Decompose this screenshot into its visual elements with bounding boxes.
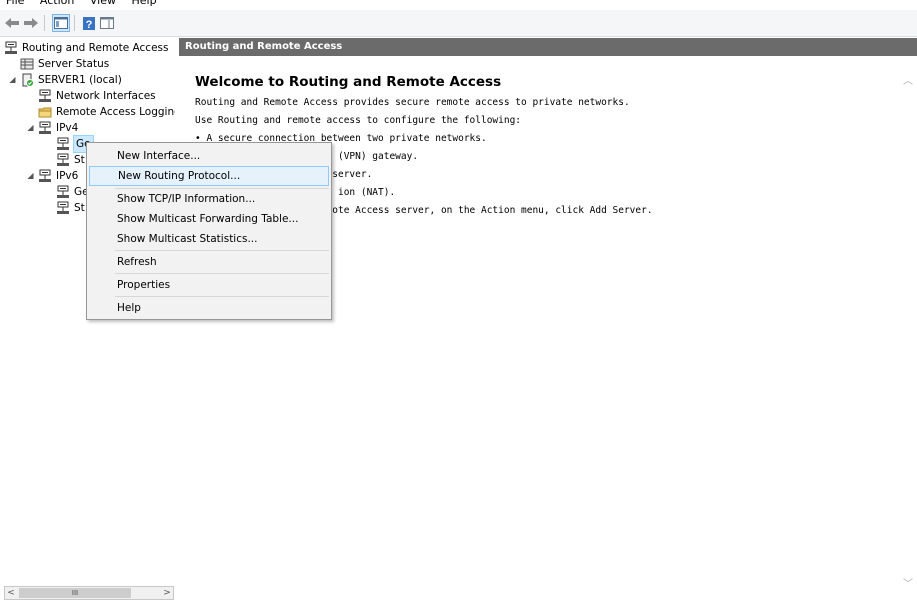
menu-view[interactable]: View	[84, 0, 122, 8]
action-pane-icon	[100, 17, 114, 29]
scroll-left-icon[interactable]: <	[5, 587, 17, 599]
welcome-line: Routing and Remote Access provides secur…	[195, 97, 630, 108]
scroll-down-icon[interactable]: ﹀	[903, 575, 913, 590]
help-icon: ?	[83, 16, 95, 30]
server-icon	[20, 73, 34, 87]
tree-node-label: Remote Access Logging	[56, 106, 181, 118]
menu-item-show-tcpip-information[interactable]: Show TCP/IP Information...	[89, 189, 329, 209]
tree-node-server-status[interactable]: Server Status	[20, 56, 109, 72]
scroll-right-icon[interactable]: >	[161, 587, 173, 599]
collapse-arrow-icon[interactable]: ◢	[26, 120, 35, 136]
tree-node-ipv6-static[interactable]: St	[56, 200, 85, 216]
tree-node-label: IPv6	[56, 170, 79, 182]
welcome-line: Use Routing and remote access to configu…	[195, 115, 522, 126]
details-pane-header: Routing and Remote Access	[179, 38, 917, 56]
router-icon	[56, 185, 70, 199]
tree-horizontal-scrollbar[interactable]: < III >	[4, 586, 174, 600]
context-menu: New Interface... New Routing Protocol...…	[86, 142, 332, 320]
collapse-arrow-icon[interactable]: ◢	[8, 72, 17, 88]
tree-node-ipv4-static[interactable]: St	[56, 152, 85, 168]
menu-separator	[115, 273, 329, 274]
show-hide-console-tree-button[interactable]	[52, 14, 70, 32]
welcome-title: Welcome to Routing and Remote Access	[195, 74, 502, 90]
tree-node-label: IPv4	[56, 122, 79, 134]
menu-item-help[interactable]: Help	[89, 298, 329, 318]
svg-text:?: ?	[86, 19, 93, 30]
console-tree-icon	[54, 17, 68, 29]
scroll-up-icon[interactable]: ︿	[903, 72, 913, 87]
toolbar-separator	[74, 15, 75, 31]
server-status-icon	[20, 57, 34, 71]
back-button[interactable]	[3, 14, 21, 32]
tree-node-remote-access-logging[interactable]: Remote Access Logging	[38, 104, 181, 120]
back-arrow-icon	[5, 18, 19, 28]
toolbar-separator	[44, 15, 45, 31]
router-icon	[38, 169, 52, 183]
router-icon	[56, 153, 70, 167]
tree-node-ipv6[interactable]: IPv6	[38, 168, 78, 184]
tree-node-label: Server Status	[38, 58, 110, 70]
menu-bar: File Action View Help	[0, 0, 917, 10]
menu-file[interactable]: File	[0, 0, 30, 8]
menu-item-show-multicast-statistics[interactable]: Show Multicast Statistics...	[89, 229, 329, 249]
toolbar: ?	[0, 10, 917, 37]
scroll-thumb[interactable]: III	[19, 588, 131, 598]
menu-help[interactable]: Help	[125, 0, 162, 8]
collapse-arrow-icon[interactable]: ◢	[26, 168, 35, 184]
help-button[interactable]: ?	[80, 14, 98, 32]
tree-node-label: Network Interfaces	[56, 90, 156, 102]
forward-arrow-icon	[24, 18, 38, 28]
tree-node-server[interactable]: SERVER1 (local)	[20, 72, 122, 88]
router-icon	[56, 137, 70, 151]
router-icon	[4, 41, 18, 55]
forward-button[interactable]	[22, 14, 40, 32]
router-icon	[38, 89, 52, 103]
tree-node-label: Routing and Remote Access	[22, 42, 169, 54]
menu-item-new-interface[interactable]: New Interface...	[89, 146, 329, 166]
menu-item-new-routing-protocol[interactable]: New Routing Protocol...	[89, 166, 329, 186]
menu-separator	[115, 296, 329, 297]
folder-icon	[38, 105, 52, 119]
tree-node-network-interfaces[interactable]: Network Interfaces	[38, 88, 156, 104]
menu-item-refresh[interactable]: Refresh	[89, 252, 329, 272]
tree-node-ipv6-general[interactable]: Ge	[56, 184, 89, 200]
menu-item-show-multicast-forwarding-table[interactable]: Show Multicast Forwarding Table...	[89, 209, 329, 229]
tree-node-label: SERVER1 (local)	[38, 74, 122, 86]
tree-node-ipv4[interactable]: IPv4	[38, 120, 78, 136]
tree-node-root[interactable]: Routing and Remote Access	[4, 40, 168, 56]
menu-separator	[115, 250, 329, 251]
menu-action[interactable]: Action	[34, 0, 80, 8]
tree-node-label: St	[74, 202, 85, 214]
router-icon	[38, 121, 52, 135]
show-action-pane-button[interactable]	[98, 14, 116, 32]
router-icon	[56, 201, 70, 215]
menu-item-properties[interactable]: Properties	[89, 275, 329, 295]
tree-node-label: St	[74, 154, 85, 166]
